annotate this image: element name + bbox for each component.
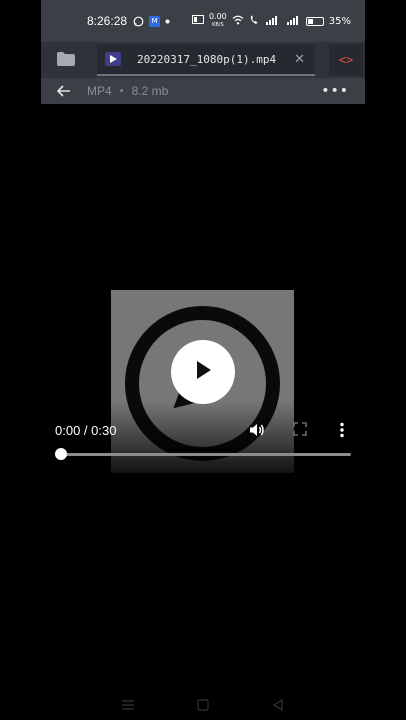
data-saver-icon: [191, 15, 204, 27]
battery-icon: [305, 16, 324, 26]
file-info-bar: MP4 • 8.2 mb •••: [41, 78, 365, 104]
home-icon[interactable]: [193, 695, 213, 715]
separator: •: [118, 85, 125, 97]
file-size: 8.2 mb: [131, 84, 169, 98]
play-icon: [194, 360, 212, 384]
status-time: 8:26:28: [87, 14, 128, 28]
status-bar: 8:26:28 M 0.00 KB/S 35%: [41, 0, 365, 42]
app-icon: M: [149, 15, 161, 27]
nav-bar: [41, 690, 365, 720]
close-icon[interactable]: ✕: [294, 52, 305, 67]
tab-bar: 20220317_1080p(1).mp4 ✕ <>: [41, 42, 365, 78]
more-vertical-icon[interactable]: [339, 422, 345, 438]
more-options-icon[interactable]: •••: [321, 83, 349, 99]
file-type: MP4: [87, 84, 112, 98]
progress-thumb[interactable]: [55, 448, 67, 460]
tab-video-file[interactable]: 20220317_1080p(1).mp4 ✕: [97, 44, 315, 76]
tab-code[interactable]: <>: [329, 44, 363, 76]
back-arrow-icon: [56, 82, 71, 101]
status-right: 0.00 KB/S 35%: [191, 12, 365, 29]
back-button[interactable]: [41, 82, 87, 101]
battery-percent: 35%: [328, 15, 351, 27]
progress-track[interactable]: [60, 453, 351, 456]
menu-icon[interactable]: [118, 695, 138, 715]
wifi-icon: [232, 15, 244, 28]
call-icon: [249, 15, 261, 28]
video-file-icon: [105, 52, 121, 66]
fullscreen-icon[interactable]: [293, 422, 307, 436]
tab-folder[interactable]: [41, 42, 91, 78]
app-window: 8:26:28 M 0.00 KB/S 35% 20220317_1080p(1…: [41, 0, 365, 720]
battery-fill: [307, 18, 313, 24]
notification-dot-icon: [165, 19, 170, 24]
player-controls: 0:00 / 0:30: [41, 416, 365, 456]
code-icon: <>: [338, 53, 354, 67]
folder-icon: [57, 51, 75, 70]
net-speed: 0.00 KB/S: [208, 12, 227, 29]
play-button[interactable]: [171, 340, 235, 404]
signal-2-icon: [286, 15, 301, 28]
back-triangle-icon[interactable]: [268, 695, 288, 715]
signal-icon: [265, 15, 282, 28]
time-display: 0:00 / 0:30: [55, 423, 117, 438]
whatsapp-icon: [133, 16, 144, 27]
tab-title: 20220317_1080p(1).mp4: [137, 52, 277, 66]
volume-icon[interactable]: [249, 422, 265, 438]
